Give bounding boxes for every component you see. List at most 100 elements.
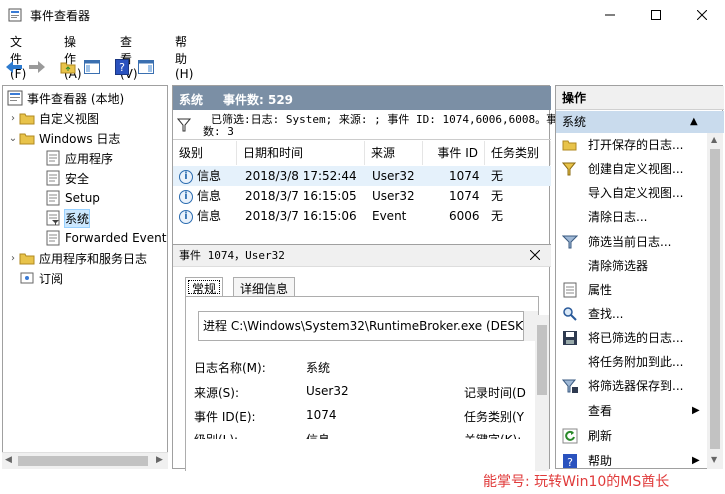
info-icon: i xyxy=(179,169,193,184)
folder-up-icon xyxy=(60,62,76,74)
tree-item-subscriptions[interactable]: 订阅 xyxy=(19,268,63,288)
help-toolbar-button[interactable]: ? xyxy=(112,57,132,77)
table-row[interactable]: i 信息 2018/3/7 16:15:06 Event 6006 无 xyxy=(173,206,551,226)
tree-horizontal-scrollbar[interactable]: ◀ ▶ xyxy=(2,452,168,469)
save-icon xyxy=(563,331,577,345)
back-arrow-icon xyxy=(6,61,22,73)
action-find[interactable]: 查找... xyxy=(556,303,706,325)
filter-icon xyxy=(562,235,578,249)
action-open-saved-log[interactable]: 打开保存的日志... xyxy=(556,134,706,156)
show-action-pane-button[interactable] xyxy=(136,57,156,77)
tree-item-app-service-logs[interactable]: › 应用程序和服务日志 xyxy=(7,248,147,268)
close-detail-icon[interactable] xyxy=(530,250,540,260)
tree-item-custom-views[interactable]: › 自定义视图 xyxy=(7,108,99,128)
action-save-filter[interactable]: 将筛选器保存到... xyxy=(556,375,706,397)
svg-text:?: ? xyxy=(567,456,573,469)
scroll-up-icon[interactable]: ▲ xyxy=(711,135,717,144)
column-header-event-id[interactable]: 事件 ID xyxy=(423,141,485,165)
maximize-button[interactable] xyxy=(633,0,679,30)
scroll-thumb[interactable] xyxy=(537,325,547,395)
folder-open-icon xyxy=(562,140,577,151)
close-icon xyxy=(697,10,707,20)
subscription-icon xyxy=(19,270,35,286)
tree-item-security[interactable]: 安全 xyxy=(45,168,89,188)
tree-item-application[interactable]: 应用程序 xyxy=(45,148,113,168)
tree-root-label: 事件查看器 (本地) xyxy=(27,91,125,106)
event-viewer-icon xyxy=(7,90,23,106)
log-header: 系统 事件数: 529 xyxy=(173,86,551,110)
minimize-button[interactable] xyxy=(587,0,633,30)
properties-icon xyxy=(563,282,577,298)
column-header-level[interactable]: 级别 xyxy=(173,141,237,165)
filtered-log-icon xyxy=(45,210,61,226)
filter-create-icon xyxy=(562,162,577,176)
scroll-right-icon[interactable]: ▶ xyxy=(156,455,163,465)
event-description[interactable]: 进程 C:\Windows\System32\RuntimeBroker.exe… xyxy=(198,311,524,341)
action-clear-log[interactable]: 清除日志... xyxy=(556,206,706,228)
chevron-right-icon[interactable]: › xyxy=(7,113,19,124)
field-task-category-label: 任务类别(Y xyxy=(464,410,525,424)
up-folder-button[interactable] xyxy=(58,57,78,77)
action-refresh[interactable]: 刷新 xyxy=(556,425,706,447)
action-view[interactable]: 查看 ▶ xyxy=(556,400,706,422)
event-detail-title: 事件 1074，User32 xyxy=(173,245,551,267)
funnel-icon xyxy=(177,118,191,132)
detail-scrollbar[interactable] xyxy=(535,315,549,471)
table-row[interactable]: i 信息 2018/3/8 17:52:44 User32 1074 无 xyxy=(173,166,551,186)
log-name: 系统 xyxy=(179,93,204,107)
action-properties[interactable]: 属性 xyxy=(556,279,706,301)
field-event-id-label: 事件 ID(E): xyxy=(194,410,256,424)
console-tree: 事件查看器 (本地) › 自定义视图 ⌄ Windows 日志 应用程序 安全 … xyxy=(2,85,168,469)
event-pane: 系统 事件数: 529 已筛选:日志: System; 来源: ; 事件 ID:… xyxy=(172,85,557,471)
log-icon xyxy=(45,230,61,246)
column-header-source[interactable]: 来源 xyxy=(365,141,423,165)
svg-text:?: ? xyxy=(119,61,125,74)
help-icon: ? xyxy=(563,454,577,469)
chevron-right-icon[interactable]: › xyxy=(7,253,19,264)
log-icon xyxy=(45,190,61,206)
action-attach-task[interactable]: 将任务附加到此... xyxy=(556,351,706,373)
chevron-down-icon[interactable]: ⌄ xyxy=(7,133,19,144)
folder-icon xyxy=(19,250,35,266)
field-keywords-label: 关键字(K): xyxy=(464,431,521,439)
field-logged-label: 记录时间(D xyxy=(464,386,526,400)
action-filter-current-log[interactable]: 筛选当前日志... xyxy=(556,231,706,253)
tree-item-windows-logs[interactable]: ⌄ Windows 日志 xyxy=(7,128,121,148)
field-log-name-value: 系统 xyxy=(306,361,331,375)
info-icon: i xyxy=(179,209,193,224)
tab-general[interactable]: 常规 xyxy=(185,277,224,297)
show-hide-console-button[interactable] xyxy=(82,57,102,77)
console-tree-icon xyxy=(84,60,100,74)
tree-item-setup[interactable]: Setup xyxy=(45,188,100,208)
filter-summary: 已筛选:日志: System; 来源: ; 事件 ID: 1074,6006,6… xyxy=(173,110,557,140)
minimize-icon xyxy=(605,14,615,16)
scroll-down-icon[interactable]: ▼ xyxy=(711,455,717,464)
action-import-custom-view[interactable]: 导入自定义视图... xyxy=(556,182,706,204)
submenu-arrow-icon: ▶ xyxy=(692,455,700,466)
forward-button[interactable] xyxy=(27,57,47,77)
column-header-category[interactable]: 任务类别 xyxy=(485,141,551,165)
action-create-custom-view[interactable]: 创建自定义视图... xyxy=(556,158,706,180)
action-clear-filter[interactable]: 清除筛选器 xyxy=(556,255,706,277)
scroll-left-icon[interactable]: ◀ xyxy=(5,455,12,465)
actions-scrollbar[interactable]: ▲ ▼ xyxy=(707,133,723,469)
close-button[interactable] xyxy=(679,0,725,30)
collapse-up-icon[interactable]: ▲ xyxy=(690,111,698,133)
action-save-filtered-log[interactable]: 将已筛选的日志... xyxy=(556,327,706,349)
window-title: 事件查看器 xyxy=(30,9,91,23)
scroll-thumb[interactable] xyxy=(710,149,720,449)
filter-save-icon xyxy=(562,379,578,393)
tab-details[interactable]: 详细信息 xyxy=(233,277,296,297)
scroll-thumb[interactable] xyxy=(18,456,148,466)
tree-item-system[interactable]: 系统 xyxy=(45,208,91,228)
table-row[interactable]: i 信息 2018/3/7 16:15:05 User32 1074 无 xyxy=(173,186,551,206)
back-button[interactable] xyxy=(4,57,24,77)
submenu-arrow-icon: ▶ xyxy=(692,405,700,416)
tree-item-forwarded-events[interactable]: Forwarded Event xyxy=(45,228,166,248)
tree-root[interactable]: 事件查看器 (本地) xyxy=(7,88,124,108)
event-detail-pane: 事件 1074，User32 常规 详细信息 进程 C:\Windows\Sys… xyxy=(173,244,551,471)
actions-section-system[interactable]: 系统 ▲ xyxy=(556,111,724,133)
toolbar: ? xyxy=(0,55,725,81)
action-help[interactable]: ? 帮助 ▶ xyxy=(556,450,706,472)
column-header-datetime[interactable]: 日期和时间 xyxy=(237,141,365,165)
